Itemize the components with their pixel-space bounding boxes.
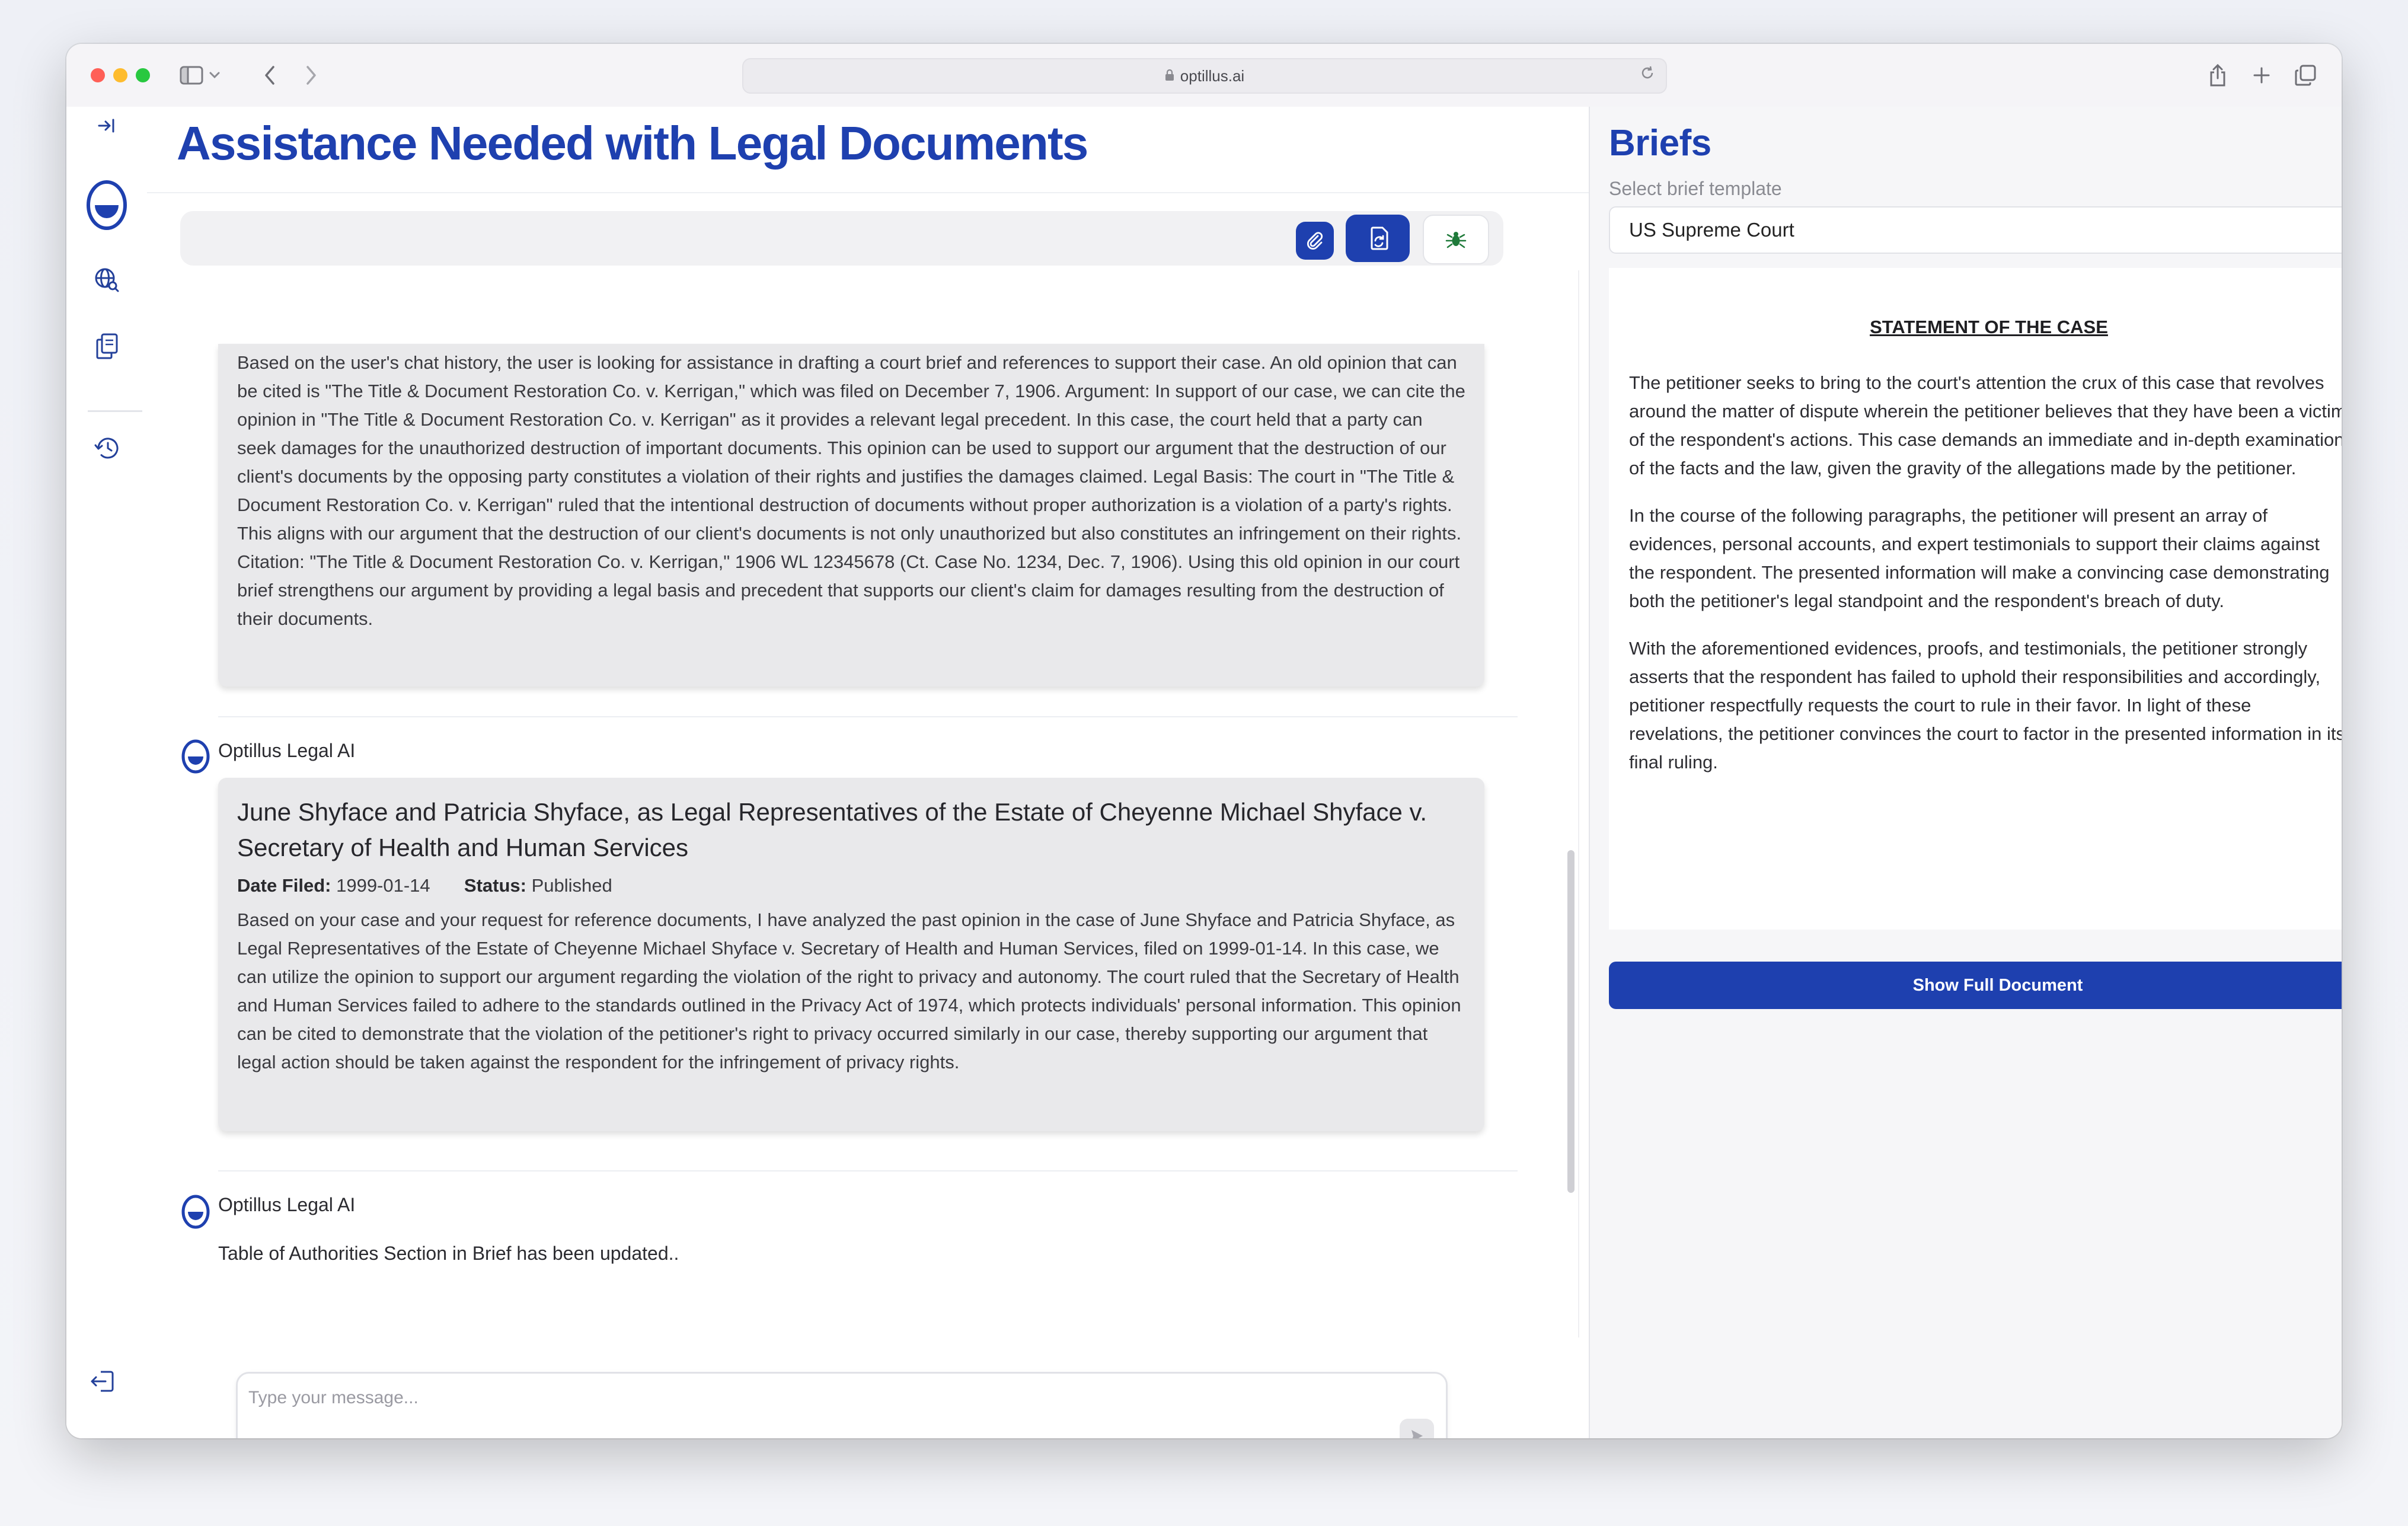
- tab-overview-icon[interactable]: [2291, 60, 2320, 90]
- browser-window: optillus.ai Assistance Needed with Legal…: [66, 44, 2342, 1438]
- message-divider: [218, 1170, 1518, 1171]
- rail-divider: [88, 410, 142, 412]
- chat-scrollbar[interactable]: [1567, 850, 1575, 1193]
- paperclip-icon: [1307, 232, 1323, 250]
- zoom-window-button[interactable]: [136, 68, 150, 82]
- attach-button[interactable]: [1296, 222, 1334, 260]
- date-filed-value: 1999-01-14: [336, 875, 430, 896]
- optillus-logo-icon[interactable]: [83, 180, 130, 230]
- left-nav-rail: [66, 107, 148, 1438]
- documents-icon[interactable]: [88, 327, 126, 365]
- brief-document-button[interactable]: [1346, 215, 1410, 262]
- message-author: Optillus Legal AI: [218, 740, 356, 761]
- title-divider: [147, 192, 1589, 193]
- chat-panel: Assistance Needed with Legal Documents B…: [147, 107, 1589, 1438]
- share-icon[interactable]: [2203, 60, 2233, 90]
- briefs-panel: Briefs Select brief template US Supreme …: [1589, 107, 2342, 1438]
- sidebar-toggle-icon[interactable]: [179, 60, 221, 90]
- send-button[interactable]: [1400, 1419, 1434, 1438]
- minimize-window-button[interactable]: [113, 68, 127, 82]
- date-filed-label: Date Filed:: [237, 875, 331, 896]
- back-icon[interactable]: [255, 60, 285, 90]
- brief-preview: STATEMENT OF THE CASE The petitioner see…: [1609, 268, 2342, 930]
- address-bar[interactable]: optillus.ai: [742, 58, 1667, 94]
- message-divider: [218, 716, 1518, 717]
- selected-template: US Supreme Court: [1629, 219, 1794, 241]
- chat-toolbar: [180, 211, 1503, 266]
- chat-message: June Shyface and Patricia Shyface, as Le…: [218, 778, 1484, 1131]
- document-sync-icon: [1371, 226, 1388, 250]
- chat-scroll-track: [1578, 270, 1579, 1337]
- url-text: optillus.ai: [1180, 66, 1245, 85]
- debug-button[interactable]: [1423, 215, 1489, 264]
- globe-search-icon[interactable]: [88, 261, 126, 299]
- page-title: Assistance Needed with Legal Documents: [177, 117, 1088, 170]
- expand-sidebar-icon[interactable]: [88, 107, 126, 145]
- brief-template-select[interactable]: US Supreme Court: [1609, 206, 2342, 254]
- reload-icon[interactable]: [1640, 65, 1655, 85]
- chat-message: Based on the user's chat history, the us…: [218, 344, 1484, 687]
- close-window-button[interactable]: [91, 68, 105, 82]
- message-composer: [236, 1372, 1448, 1438]
- show-full-document-button[interactable]: Show Full Document: [1609, 962, 2342, 1009]
- briefs-title: Briefs: [1609, 123, 1711, 164]
- bot-avatar-icon: [180, 1194, 211, 1229]
- history-icon[interactable]: [88, 429, 126, 467]
- message-author: Optillus Legal AI: [218, 1194, 356, 1215]
- bot-avatar-icon: [180, 739, 211, 774]
- case-title: June Shyface and Patricia Shyface, as Le…: [237, 798, 1427, 861]
- case-meta: Date Filed: 1999-01-14 Status: Published: [237, 875, 1465, 896]
- lock-icon: [1165, 67, 1174, 85]
- brief-section-heading: STATEMENT OF THE CASE: [1870, 317, 2108, 337]
- template-select-label: Select brief template: [1609, 178, 1782, 199]
- status-value: Published: [531, 875, 612, 896]
- status-label: Status:: [464, 875, 526, 896]
- browser-toolbar: optillus.ai: [66, 44, 2342, 108]
- brief-paragraph: With the aforementioned evidences, proof…: [1629, 638, 2342, 772]
- send-icon: [1411, 1430, 1423, 1438]
- new-tab-icon[interactable]: [2247, 60, 2276, 90]
- message-text: Table of Authorities Section in Brief ha…: [218, 1243, 679, 1264]
- message-input[interactable]: [247, 1384, 1317, 1412]
- forward-icon[interactable]: [296, 60, 326, 90]
- message-text: Based on the user's chat history, the us…: [237, 352, 1465, 629]
- logout-icon[interactable]: [83, 1362, 121, 1400]
- bug-icon: [1445, 232, 1467, 248]
- brief-paragraph: The petitioner seeks to bring to the cou…: [1629, 372, 2342, 478]
- message-text: Based on your case and your request for …: [237, 909, 1461, 1072]
- brief-paragraph: In the course of the following paragraph…: [1629, 505, 2330, 611]
